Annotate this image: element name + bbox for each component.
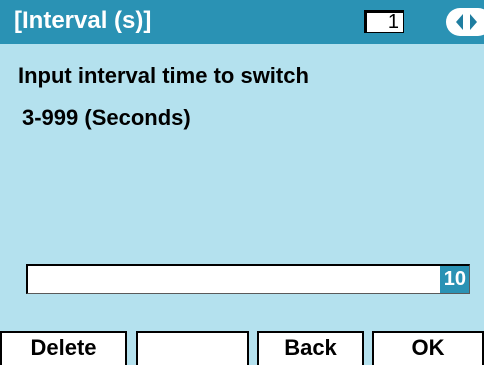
interval-input-field[interactable]: 10 — [26, 264, 470, 294]
page-indicator: 1 — [364, 10, 404, 33]
arrow-left-icon[interactable] — [456, 14, 463, 30]
ok-softkey[interactable]: OK — [372, 331, 484, 365]
range-hint: 3-999 (Seconds) — [22, 105, 191, 130]
page-title: [Interval (s)] — [14, 7, 152, 34]
delete-softkey[interactable]: Delete — [0, 331, 127, 365]
input-value[interactable]: 10 — [439, 266, 469, 293]
left-right-arrows-icon[interactable] — [446, 8, 484, 36]
blank-softkey[interactable] — [136, 331, 249, 365]
title-bar: [Interval (s)] 1 — [0, 0, 484, 44]
back-softkey[interactable]: Back — [257, 331, 364, 365]
arrow-right-icon[interactable] — [470, 14, 477, 30]
input-prompt: Input interval time to switch — [18, 63, 309, 88]
phone-screen: [Interval (s)] 1 Input interval time to … — [0, 0, 484, 365]
